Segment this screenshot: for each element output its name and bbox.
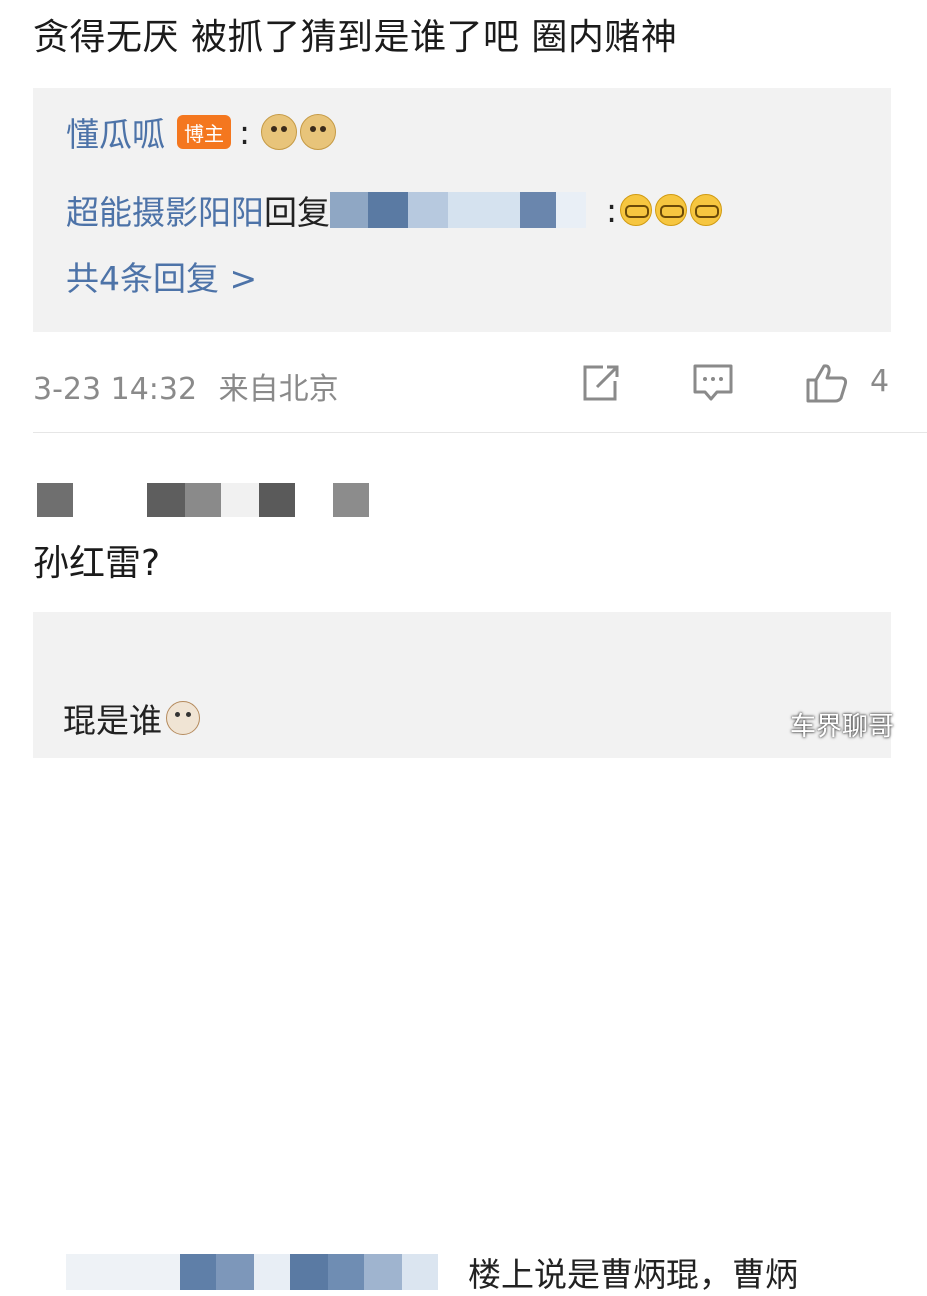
post-meta: 3-23 14:32 来自北京	[33, 364, 339, 408]
reply2-text-2: 琨是谁	[63, 701, 162, 740]
comment-text: 孙红雷?	[33, 543, 161, 584]
reply-action: 回复	[264, 193, 330, 232]
thumbs-up-icon	[806, 364, 848, 403]
reply-username-1[interactable]: 懂瓜呱	[66, 108, 165, 156]
reply-line-1[interactable]: 懂瓜呱 博主 :	[66, 108, 337, 156]
facepalm-emoji-icon	[690, 194, 723, 226]
cat-emoji-icon	[166, 701, 200, 735]
reply-line-2[interactable]: 超能摄影阳阳 回复 :	[66, 186, 723, 234]
comment-icon	[693, 364, 733, 401]
share-button[interactable]	[578, 362, 624, 404]
like-button[interactable]	[804, 362, 850, 404]
reply2-text-1: 楼上说是曹炳琨，曹炳	[468, 1255, 798, 1294]
divider	[33, 432, 927, 433]
reply2-line-1: 楼上说是曹炳琨，曹炳	[66, 1248, 798, 1296]
blurred-username	[66, 1254, 438, 1290]
facepalm-emoji-icon	[620, 194, 653, 226]
view-all-replies-link[interactable]: 共4条回复 >	[66, 252, 257, 300]
colon: :	[606, 190, 618, 230]
author-badge: 博主	[177, 115, 231, 149]
blurred-username	[330, 192, 586, 228]
share-icon	[583, 365, 619, 401]
post-text: 贪得无厌 被抓了猜到是谁了吧 圈内赌神	[33, 17, 678, 58]
like-count: 4	[870, 364, 890, 399]
doge-emoji-icon	[261, 114, 298, 150]
doge-emoji-icon	[300, 114, 337, 150]
comment-button[interactable]	[690, 362, 736, 404]
reply-username-2[interactable]: 超能摄影阳阳	[66, 186, 264, 234]
colon: :	[239, 112, 251, 152]
location: 来自北京	[218, 372, 339, 407]
facepalm-emoji-icon	[655, 194, 688, 226]
reply-preview-box-2[interactable]: 楼上说是曹炳琨，曹炳 琨是谁	[33, 612, 891, 1294]
timestamp: 3-23 14:32	[33, 372, 198, 407]
blurred-commenter-name[interactable]	[37, 483, 369, 517]
reply2-line-2: 琨是谁	[63, 694, 200, 742]
reply-preview-box[interactable]: 懂瓜呱 博主 : 超能摄影阳阳 回复 : 共4条回复 >	[33, 88, 891, 332]
watermark: 车界聊哥	[790, 712, 895, 742]
